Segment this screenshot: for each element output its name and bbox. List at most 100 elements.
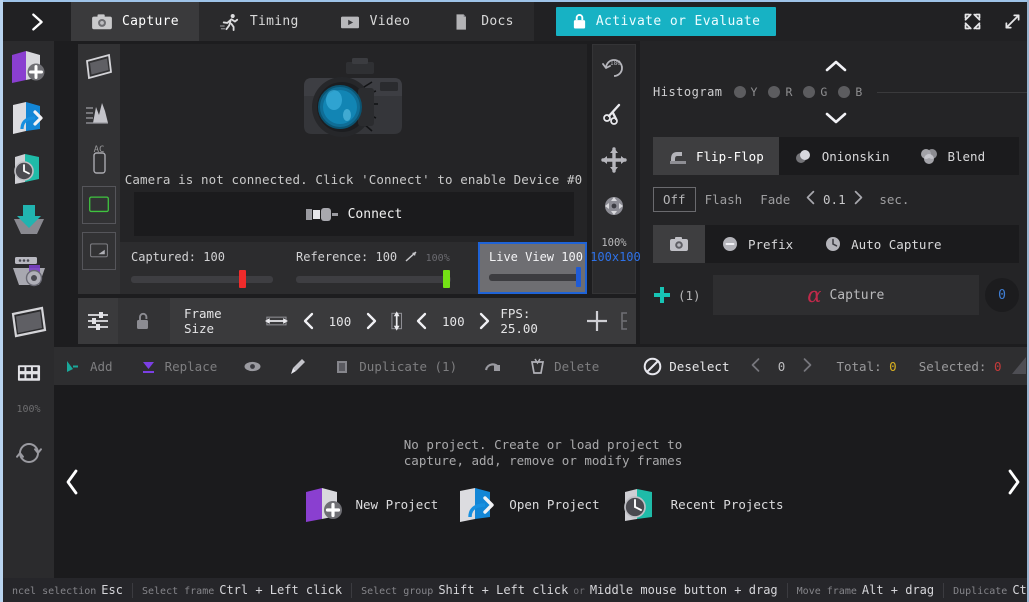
tab-blend[interactable]: Blend (904, 137, 1000, 175)
slider-thumb[interactable] (443, 270, 450, 288)
frame-icon (9, 302, 49, 342)
chevron-left-icon (750, 357, 761, 373)
add-button[interactable]: Add (54, 357, 126, 376)
settings-sliders-button[interactable] (78, 298, 118, 344)
histogram-channel-b[interactable]: B (838, 85, 862, 99)
frame-width-decrement[interactable] (297, 312, 320, 330)
connect-button[interactable]: Connect (134, 192, 574, 236)
frame-height-decrement[interactable] (410, 312, 433, 330)
add-frame-button[interactable]: (1) (653, 286, 713, 304)
perspective-view-button[interactable] (78, 44, 120, 90)
slider-track[interactable] (489, 274, 581, 281)
chevron-left-icon (302, 312, 315, 330)
lock-aspect-button[interactable] (118, 298, 170, 344)
slider-track[interactable] (131, 276, 273, 283)
shortcut-move-frame: Move frame Alt + drag (788, 583, 944, 598)
sidebar-item-recent-projects[interactable] (6, 143, 52, 194)
capture-button[interactable]: α Capture (713, 275, 979, 315)
eye-icon (243, 357, 262, 376)
preview-toggle-button[interactable] (230, 357, 275, 376)
tab-onionskin[interactable]: Onionskin (779, 137, 905, 175)
tab-flip-flop[interactable]: Flip-Flop (653, 137, 779, 175)
delete-button[interactable]: Delete (515, 357, 612, 376)
undo-button[interactable] (470, 357, 515, 376)
deselect-button[interactable]: Deselect (630, 357, 742, 376)
selected-frames: Selected: 0 (919, 359, 1002, 374)
add-frame-button[interactable] (580, 309, 613, 333)
tab-capture-mode[interactable] (653, 225, 705, 263)
histogram-button[interactable] (78, 90, 120, 136)
open-project-button[interactable]: Open Project (456, 483, 599, 525)
pan-button[interactable] (592, 137, 636, 183)
rotate-180-button[interactable]: 180 (592, 45, 636, 91)
slider-thumb[interactable] (239, 270, 246, 288)
sidebar-item-project-settings[interactable] (6, 245, 52, 296)
replace-button[interactable]: Replace (126, 357, 231, 376)
new-project-button[interactable]: New Project (303, 483, 439, 525)
tab-video[interactable]: Video (319, 2, 431, 41)
prev-frame-button[interactable] (742, 357, 768, 376)
sliders-icon (86, 310, 110, 332)
slider-thumb[interactable] (576, 267, 581, 287)
duplicate-button[interactable]: Duplicate (1) (320, 357, 470, 376)
capture-count-badge[interactable]: 0 (985, 278, 1019, 312)
fit-to-view-button[interactable] (592, 183, 636, 229)
recent-projects-button[interactable]: Recent Projects (618, 483, 784, 525)
slider-reference[interactable]: Reference: 100 100% (285, 242, 478, 294)
topbar-spacer (776, 2, 952, 41)
sidebar-item-new-project[interactable] (6, 41, 52, 92)
maximize-button[interactable] (952, 2, 992, 41)
flash-duration-decrement[interactable] (799, 190, 821, 208)
sidebar-item-filmstrip-view[interactable] (6, 347, 52, 398)
histogram-channel-g[interactable]: G (803, 85, 827, 99)
flash-duration-increment[interactable] (847, 190, 869, 208)
flash-option-off[interactable]: Off (653, 187, 696, 212)
sidebar-item-import-frames[interactable] (6, 194, 52, 245)
frame-width-value[interactable]: 100 (320, 314, 360, 329)
rail-refresh-button[interactable] (6, 427, 52, 478)
corner-mask-icon (87, 242, 111, 260)
view-mode-tabs: Flip-Flop Onionskin Blend (653, 137, 1019, 175)
import-arrow-icon (9, 200, 49, 240)
chevron-down-icon (824, 111, 848, 125)
sidebar-expand-button[interactable] (3, 2, 71, 41)
sidebar-item-frame-view[interactable] (6, 296, 52, 347)
shortcut-duplicate: Duplicate Ctrl + (944, 583, 1029, 598)
frame-height-value[interactable]: 100 (433, 314, 473, 329)
next-frame-button[interactable] (794, 357, 820, 376)
timeline-next-button[interactable] (996, 385, 1029, 578)
tab-timing[interactable]: Timing (199, 2, 319, 41)
battery-icon[interactable] (93, 152, 106, 174)
frame-height-increment[interactable] (473, 312, 496, 330)
tab-prefix[interactable]: Prefix (705, 225, 808, 263)
histogram-channel-r[interactable]: R (768, 85, 792, 99)
chevron-right-icon (365, 312, 378, 330)
tab-auto-capture[interactable]: Auto Capture (808, 225, 956, 263)
activate-or-evaluate-button[interactable]: Activate or Evaluate (556, 7, 777, 36)
slider-live-view[interactable]: Live View 100 100x100 (478, 242, 587, 294)
resize-handle[interactable] (1010, 354, 1028, 379)
shortcut-text: Select group (361, 586, 433, 597)
guide-frame-button[interactable] (78, 182, 120, 228)
sidebar-item-open-project[interactable] (6, 92, 52, 143)
flash-option-fade[interactable]: Fade (751, 188, 799, 211)
flash-mode-row: Off Flash Fade 0.1 sec. (653, 185, 1019, 213)
frame-width-increment[interactable] (360, 312, 383, 330)
panel-expand-down-button[interactable] (640, 105, 1029, 131)
slider-captured[interactable]: Captured: 100 (120, 242, 285, 294)
flash-duration-value[interactable]: 0.1 (821, 192, 847, 207)
slider-track[interactable] (296, 276, 451, 283)
panel-collapse-up-button[interactable] (640, 53, 1029, 79)
corner-mask-button[interactable] (78, 228, 120, 274)
histogram-channel-y[interactable]: Y (734, 85, 758, 99)
rail-zoom-label: 100% (16, 404, 40, 415)
clean-button[interactable] (275, 357, 320, 376)
flash-option-flash[interactable]: Flash (696, 188, 752, 211)
tab-capture[interactable]: Capture (71, 2, 199, 41)
crop-button[interactable] (592, 91, 636, 137)
timeline-prev-button[interactable] (54, 385, 90, 578)
bracket-button[interactable] (613, 311, 636, 331)
tab-docs[interactable]: Docs (430, 2, 534, 41)
current-frame-index[interactable]: 0 (768, 359, 794, 374)
restore-button[interactable] (992, 2, 1029, 41)
